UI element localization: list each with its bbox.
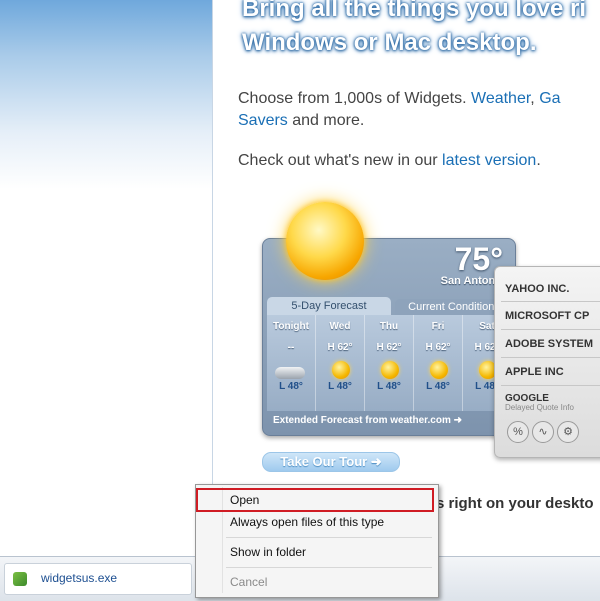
stock-divider — [501, 329, 600, 330]
stocks-widget[interactable]: YAHOO INC. MICROSOFT CP ADOBE SYSTEM APP… — [494, 266, 600, 458]
hero-line-1: Bring all the things you love ri — [242, 0, 587, 22]
weather-link[interactable]: Weather — [471, 90, 530, 107]
extended-forecast-link[interactable]: Extended Forecast from weather.com ➜ — [267, 411, 511, 431]
percent-icon[interactable]: % — [507, 421, 529, 443]
stock-divider — [501, 301, 600, 302]
desktop-tagline: s right on your deskto — [436, 495, 594, 512]
take-our-tour-button[interactable]: Take Our Tour ➜ — [262, 452, 400, 472]
day-high: H 62° — [376, 342, 402, 353]
intro-suffix: and more. — [287, 112, 365, 129]
forecast-day: Wed H 62° L 48° — [316, 315, 365, 411]
whats-new-suffix: . — [536, 152, 541, 169]
menu-item-cancel[interactable]: Cancel — [200, 571, 432, 593]
menu-separator — [226, 537, 432, 538]
whats-new-paragraph: Check out what's new in our latest versi… — [238, 150, 541, 172]
intro-comma: , — [530, 90, 540, 107]
hero-line-2: Windows or Mac desktop. — [242, 29, 537, 56]
stock-row[interactable]: MICROSOFT CP — [505, 310, 589, 322]
forecast-day: Thu H 62° L 48° — [365, 315, 414, 411]
stock-divider — [501, 357, 600, 358]
chart-icon[interactable]: ∿ — [532, 421, 554, 443]
stock-row[interactable]: YAHOO INC. — [505, 283, 569, 295]
tab-5-day-forecast[interactable]: 5-Day Forecast — [267, 297, 391, 315]
cloudy-icon — [275, 367, 305, 379]
partly-sunny-icon — [332, 361, 350, 379]
day-high: H 62° — [425, 342, 451, 353]
download-filename[interactable]: widgetsus.exe — [41, 571, 117, 585]
day-low: L 48° — [279, 381, 303, 392]
day-high: H 62° — [327, 342, 353, 353]
menu-item-always-open[interactable]: Always open files of this type — [200, 511, 432, 533]
open-highlight-box — [196, 488, 434, 512]
forecast-day: Fri H 62° L 48° — [414, 315, 463, 411]
day-low: L 48° — [377, 381, 401, 392]
day-name: Tonight — [273, 321, 309, 332]
menu-item-show-in-folder[interactable]: Show in folder — [200, 541, 432, 563]
intro-paragraph: Choose from 1,000s of Widgets. Weather, … — [238, 88, 561, 110]
stock-row[interactable]: ADOBE SYSTEM — [505, 338, 593, 350]
games-link[interactable]: Ga — [539, 90, 560, 107]
partly-sunny-icon — [381, 361, 399, 379]
day-low: L 48° — [328, 381, 352, 392]
whats-new-prefix: Check out what's new in our — [238, 152, 443, 169]
day-name: Wed — [329, 321, 351, 332]
intro-paragraph-line2: Savers and more. — [238, 110, 364, 132]
stock-divider — [501, 385, 600, 386]
savers-link[interactable]: Savers — [238, 112, 288, 129]
day-name: Fri — [431, 321, 445, 332]
day-high: -- — [287, 342, 295, 353]
intro-prefix: Choose from 1,000s of Widgets. — [238, 90, 471, 107]
hero-title: Bring all the things you love ri Windows… — [242, 0, 600, 60]
day-low: L 48° — [426, 381, 450, 392]
download-item[interactable]: widgetsus.exe — [4, 563, 192, 595]
sun-icon — [286, 202, 364, 280]
forecast-grid: Tonight -- L 48° Wed H 62° L 48° Thu H 6… — [267, 315, 511, 411]
gear-icon[interactable]: ⚙ — [557, 421, 579, 443]
sun-icon — [430, 361, 448, 379]
forecast-day: Tonight -- L 48° — [267, 315, 316, 411]
delayed-quote-note: Delayed Quote Info — [505, 403, 574, 412]
left-blue-panel — [0, 0, 213, 556]
day-name: Thu — [379, 321, 399, 332]
exe-file-icon — [13, 572, 27, 586]
latest-version-link[interactable]: latest version — [442, 152, 536, 169]
stock-row[interactable]: APPLE INC — [505, 366, 564, 378]
menu-separator — [226, 567, 432, 568]
